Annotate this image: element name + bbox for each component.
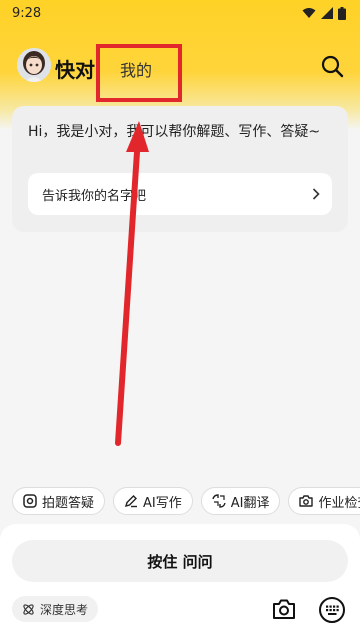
pen-icon — [124, 495, 138, 508]
name-prompt-button[interactable]: 告诉我你的名字吧 — [28, 173, 332, 215]
greeting-text: Hi，我是小对，我可以帮你解题、写作、答疑~ — [28, 124, 321, 140]
highlight-box — [96, 44, 182, 102]
chip-label: AI翻译 — [230, 495, 270, 511]
translate-icon — [212, 494, 226, 508]
avatar-girl-icon — [17, 48, 51, 82]
name-prompt-label: 告诉我你的名字吧 — [42, 188, 147, 204]
avatar[interactable] — [17, 48, 51, 82]
scan-icon — [23, 494, 37, 508]
battery-icon — [338, 6, 346, 20]
signal-icon — [321, 7, 333, 19]
chip-label: AI写作 — [143, 495, 182, 511]
wifi-icon — [302, 8, 316, 18]
chip-label: 作业检查 — [318, 495, 360, 511]
status-bar: 9:28 — [0, 0, 360, 26]
chevron-right-icon — [312, 188, 320, 200]
camera-icon[interactable] — [272, 598, 296, 620]
deep-think-toggle[interactable]: 深度思考 — [12, 596, 99, 622]
keyboard-icon[interactable] — [319, 597, 345, 623]
chip-label: 拍题答疑 — [42, 495, 95, 511]
app-title: 快对 — [55, 58, 95, 82]
chip-ai-translate[interactable]: AI翻译 — [200, 487, 281, 515]
hold-to-talk-button[interactable]: 按住 问问 — [12, 540, 348, 582]
feature-chips: 拍题答疑 AI写作 AI翻译 作业检查 — [12, 487, 360, 515]
search-icon[interactable] — [320, 54, 344, 78]
camera-icon — [299, 495, 314, 507]
status-icons — [302, 6, 346, 20]
chip-homework-check[interactable]: 作业检查 — [288, 487, 360, 515]
chip-photo-answer[interactable]: 拍题答疑 — [12, 487, 106, 515]
chip-ai-writing[interactable]: AI写作 — [113, 487, 193, 515]
atom-icon — [23, 603, 34, 615]
deep-think-label: 深度思考 — [40, 602, 89, 617]
status-time: 9:28 — [12, 5, 42, 21]
hold-to-talk-label: 按住 问问 — [147, 552, 213, 571]
